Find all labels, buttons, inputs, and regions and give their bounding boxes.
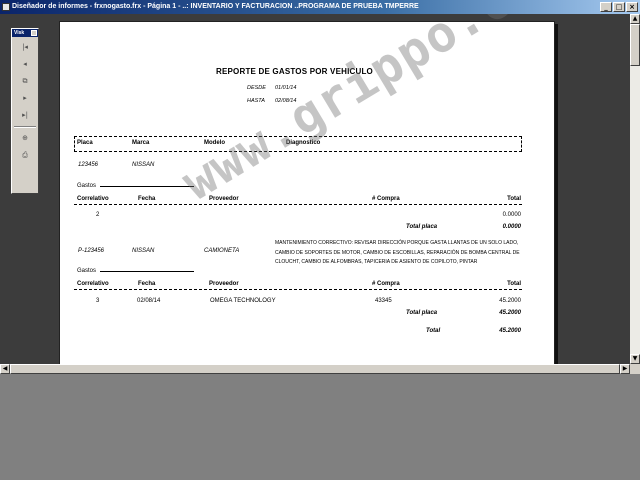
report-title: REPORTE DE GASTOS POR VEHICULO [216, 67, 373, 76]
next-page-icon[interactable]: ▸ [18, 91, 32, 105]
vertical-scroll-thumb[interactable] [630, 24, 640, 66]
scroll-down-button[interactable]: ▼ [630, 354, 640, 364]
group1-marca: NISSAN [132, 162, 155, 168]
col-diagnostico: Diagnostico [286, 140, 321, 146]
close-button[interactable]: × [626, 2, 638, 12]
group1-col-total: Total [507, 196, 521, 202]
group2-modelo: CAMIONETA [204, 248, 240, 254]
group1-row-total: 0.0000 [502, 212, 521, 218]
last-page-icon[interactable]: ▸| [18, 108, 32, 122]
gastos-rule [100, 186, 194, 187]
vertical-scrollbar[interactable]: ▲ ▼ [630, 14, 640, 364]
print-icon[interactable]: ⎙ [18, 148, 32, 162]
group2-total-placa-value: 45.2000 [499, 310, 521, 316]
preview-toolbar[interactable]: Visk |◂ ◂ ⧉ ▸ ▸| ⊕ ⎙ [11, 28, 39, 194]
go-to-page-icon[interactable]: ⧉ [18, 74, 32, 88]
group2-row-proveedor: OMEGA TECHNOLOGY [210, 298, 276, 304]
group1-total-placa-value: 0.0000 [502, 224, 521, 230]
window-controls: _ □ × [600, 2, 638, 12]
group2-row-compra: 43345 [375, 298, 392, 304]
group1-total-placa-label: Total placa [406, 224, 438, 230]
first-page-icon[interactable]: |◂ [18, 40, 32, 54]
scroll-up-button[interactable]: ▲ [630, 14, 640, 24]
group1-col-compra: # Compra [372, 196, 400, 202]
watermark: www.grippo.com [172, 14, 576, 212]
grand-total-value: 45.2000 [499, 328, 521, 334]
group1-detail-rule [74, 204, 522, 205]
toolbar-close-button[interactable] [31, 30, 37, 36]
group2-placa: P-123456 [78, 248, 105, 254]
group2-col-proveedor: Proveedor [209, 281, 239, 287]
gastos-rule [100, 271, 194, 272]
hasta-value: 02/08/14 [275, 98, 297, 104]
maximize-button[interactable]: □ [613, 2, 625, 12]
desde-value: 01/01/14 [275, 85, 297, 91]
group2-row-fecha: 02/08/14 [137, 298, 161, 304]
desde-label: DESDE [247, 85, 266, 91]
group1-col-fecha: Fecha [138, 196, 156, 202]
app-icon [2, 3, 10, 11]
previous-page-icon[interactable]: ◂ [18, 57, 32, 71]
zoom-icon[interactable]: ⊕ [18, 131, 32, 145]
group1-col-proveedor: Proveedor [209, 196, 239, 202]
scroll-left-button[interactable]: ◀ [0, 364, 10, 374]
grand-total-label: Total [426, 328, 441, 334]
group1-gastos-label: Gastos [77, 183, 97, 189]
toolbar-caption-text: Visk [14, 30, 25, 36]
toolbar-caption[interactable]: Visk [12, 29, 38, 37]
toolbar-separator [14, 126, 36, 128]
group2-detail-rule [74, 289, 522, 290]
col-modelo: Modelo [204, 140, 225, 146]
group2-col-correlativo: Correlativo [77, 281, 109, 287]
group2-row-correlativo: 3 [96, 298, 100, 304]
empty-client-area [0, 374, 640, 480]
group2-col-total: Total [507, 281, 521, 287]
preview-workspace: REPORTE DE GASTOS POR VEHICULO DESDE 01/… [0, 14, 630, 364]
group2-gastos-label: Gastos [77, 268, 97, 274]
group2-marca: NISSAN [132, 248, 155, 254]
window-title: Diseñador de informes - frxnogasto.frx -… [12, 3, 419, 10]
hasta-label: HASTA [247, 98, 265, 104]
scroll-right-button[interactable]: ▶ [620, 364, 630, 374]
group1-row-correlativo: 2 [96, 212, 100, 218]
group1-placa: 123456 [78, 162, 99, 168]
window-title-bar[interactable]: Diseñador de informes - frxnogasto.frx -… [0, 0, 640, 14]
vertical-scroll-track[interactable] [630, 24, 640, 354]
col-marca: Marca [132, 140, 150, 146]
col-placa: Placa [77, 140, 93, 146]
group2-total-placa-label: Total placa [406, 310, 438, 316]
minimize-button[interactable]: _ [600, 2, 612, 12]
group2-col-compra: # Compra [372, 281, 400, 287]
group2-col-fecha: Fecha [138, 281, 156, 287]
group2-diagnostico: MANTENIMIENTO CORRECTIVO: REVISAR DIRECC… [275, 240, 520, 265]
group1-col-correlativo: Correlativo [77, 196, 109, 202]
horizontal-scrollbar[interactable]: ◀ ▶ [0, 364, 640, 374]
group2-row-total: 45.2000 [499, 298, 521, 304]
horizontal-scroll-thumb[interactable] [10, 364, 620, 374]
report-page: REPORTE DE GASTOS POR VEHICULO DESDE 01/… [59, 14, 575, 364]
